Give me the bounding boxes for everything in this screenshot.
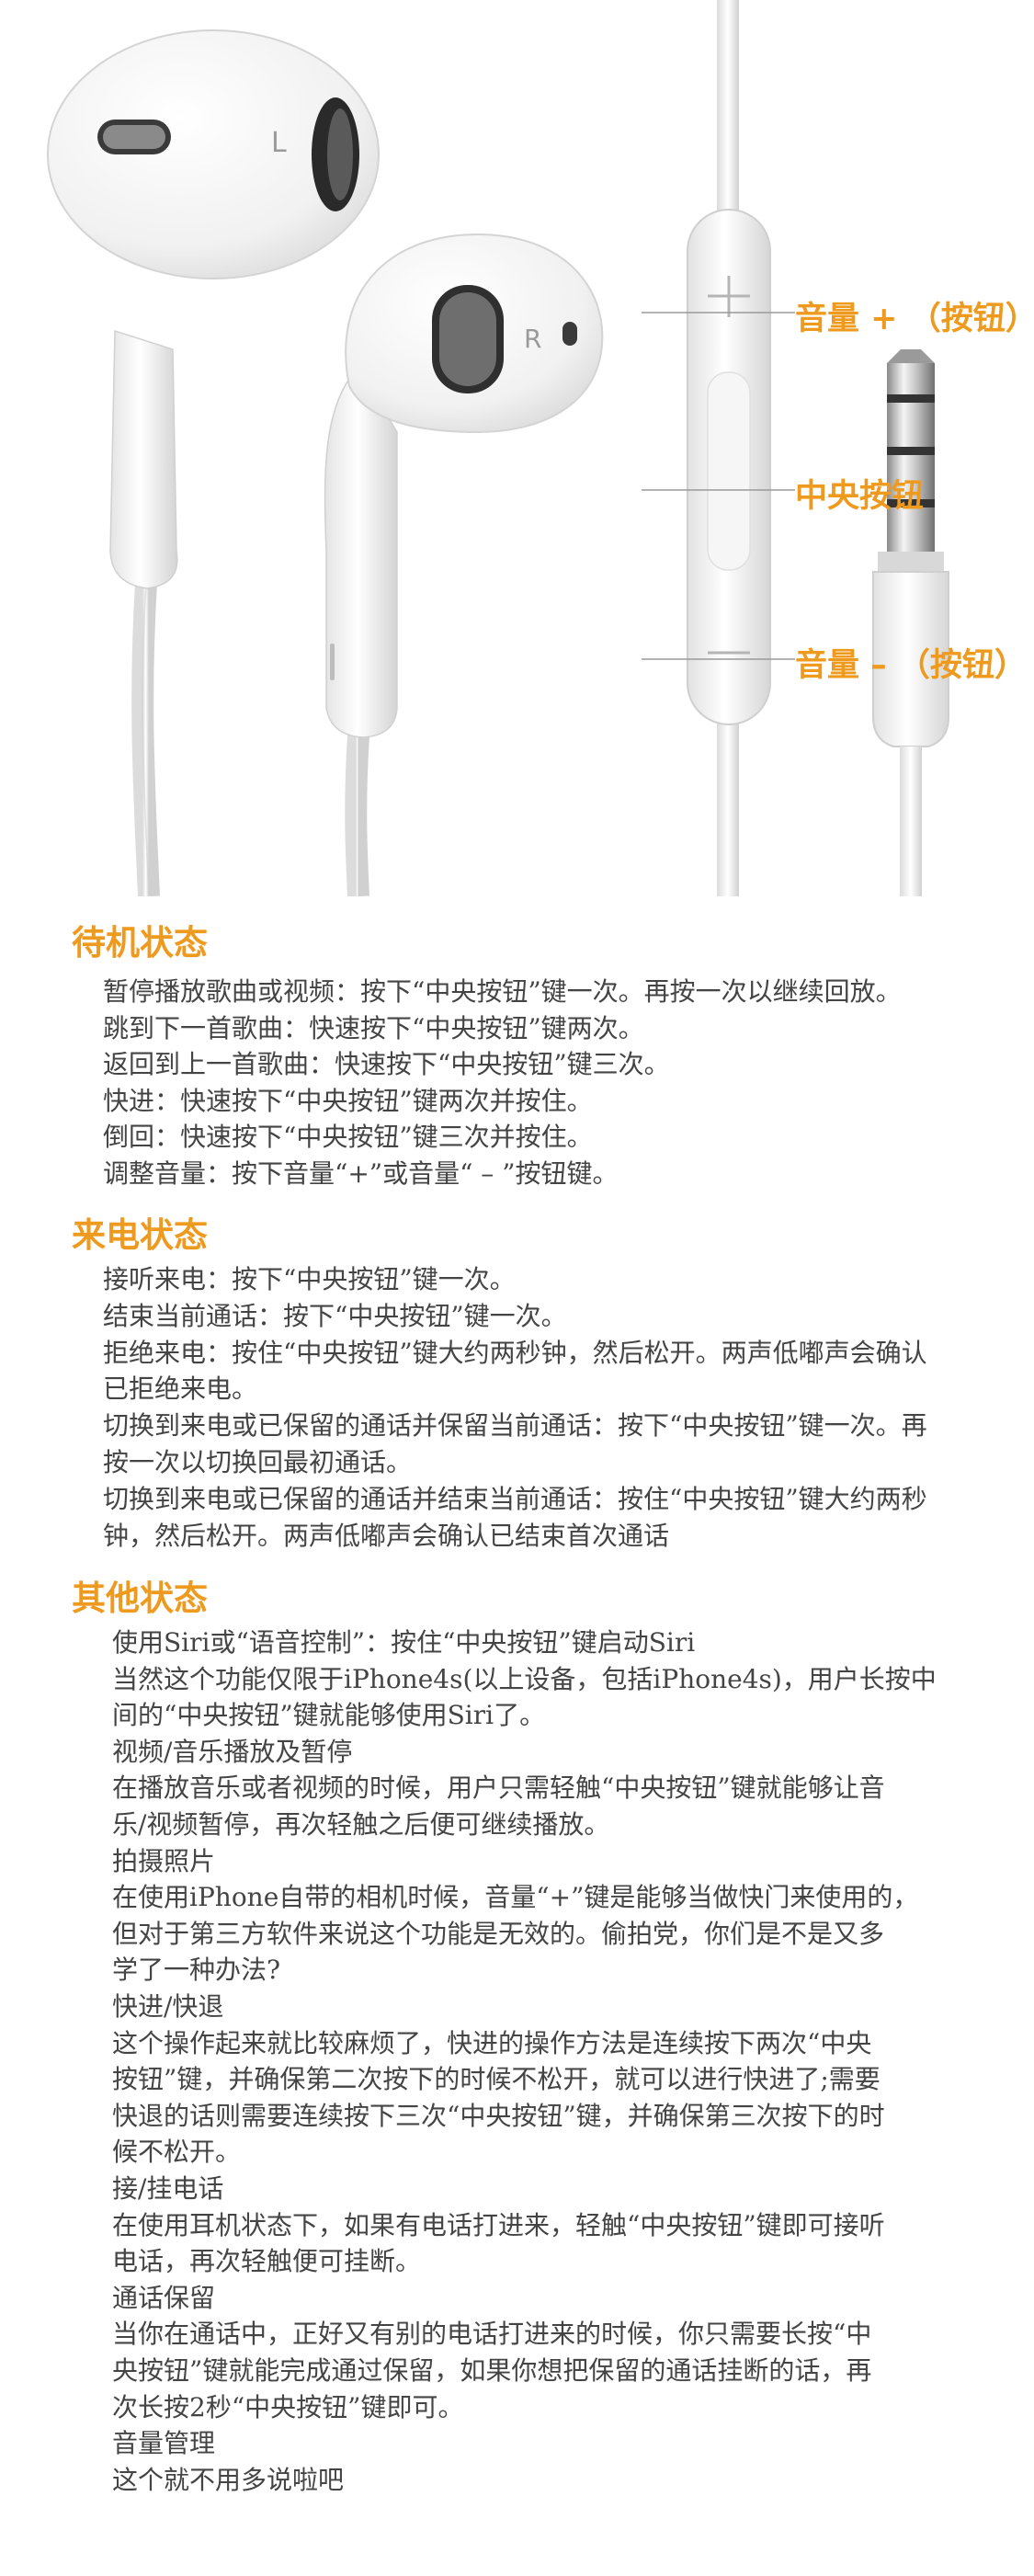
section-line: 快进：快速按下“中央按钮”键两次并按住。 — [103, 1085, 593, 1116]
section-line: 次长按2秒“中央按钮”键即可。 — [112, 2391, 464, 2422]
section-line: 按一次以切换回最初通话。 — [103, 1447, 413, 1477]
section-line: 跳到下一首歌曲：快速按下“中央按钮”键两次。 — [103, 1012, 644, 1043]
section-title: 来电状态 — [72, 1214, 208, 1255]
section-line: 这个操作起来就比较麻烦了，快进的操作方法是连续按下两次“中央 — [112, 2027, 872, 2058]
section-line: 通话保留 — [112, 2282, 216, 2313]
section-line: 这个就不用多说啦吧 — [112, 2464, 345, 2495]
right-mark: R — [524, 324, 541, 354]
section-line: 倒回：快速按下“中央按钮”键三次并按住。 — [103, 1122, 593, 1152]
section-line: 视频/音乐播放及暂停 — [112, 1736, 353, 1767]
section-line: 切换到来电或已保留的通话并保留当前通话：按下“中央按钮”键一次。再 — [103, 1410, 927, 1442]
section-line: 按钮”键，并确保第二次按下的时候不松开，就可以进行快进了;需要 — [112, 2064, 881, 2095]
section-title: 其他状态 — [72, 1578, 208, 1618]
earpods-illustration: L R — [47, 0, 949, 897]
right-earbud: R — [324, 233, 604, 738]
section-line: 电话，再次轻触便可挂断。 — [112, 2246, 422, 2277]
section-line: 接听来电：按下“中央按钮”键一次。 — [103, 1264, 516, 1294]
inline-remote — [687, 209, 771, 725]
callout-center-button: 中央按钮 — [795, 478, 925, 515]
section-line: 使用Siri或“语音控制”：按住“中央按钮”键启动Siri — [112, 1627, 696, 1658]
section-line: 接/挂电话 — [112, 2173, 224, 2204]
section-line: 切换到来电或已保留的通话并结束当前通话：按住“中央按钮”键大约两秒 — [103, 1483, 927, 1514]
section-line: 在播放音乐或者视频的时候，用户只需轻触“中央按钮”键就能够让音 — [112, 1772, 885, 1804]
earpods-figure: L R 音量 + （按钮） 中央按钮 音量 – （按钮） — [0, 0, 1034, 897]
section-line: 但对于第三方软件来说这个功能是无效的。偷拍党，你们是不是又多 — [112, 1918, 885, 1949]
section-line: 当你在通话中，正好又有别的电话打进来的时候，你只需要长按“中 — [112, 2319, 872, 2350]
left-mark: L — [271, 127, 287, 159]
section-line: 拒绝来电：按住“中央按钮”键大约两秒钟，然后松开。两声低嘟声会确认 — [103, 1337, 927, 1368]
section-title: 待机状态 — [72, 922, 208, 963]
audio-jack — [872, 349, 949, 896]
section-line: 暂停播放歌曲或视频：按下“中央按钮”键一次。再按一次以继续回放。 — [103, 976, 902, 1007]
section-line: 乐/视频暂停，再次轻触之后便可继续播放。 — [112, 1809, 610, 1840]
section-line: 候不松开。 — [112, 2137, 242, 2168]
section-line: 在使用iPhone自带的相机时候，音量“+”键是能够当做快门来使用的， — [112, 1882, 919, 1913]
section-line: 音量管理 — [112, 2428, 216, 2459]
right-earbud-cable — [345, 735, 369, 897]
left-earbud-cable — [131, 569, 160, 897]
section-line: 央按钮”键就能完成通过保留，如果你想把保留的通话挂断的话，再 — [112, 2355, 872, 2386]
section-line: 钟，然后松开。两声低嘟声会确认已结束首次通话 — [103, 1520, 670, 1551]
section-line: 当然这个功能仅限于iPhone4s(以上设备，包括iPhone4s)，用户长按中 — [112, 1663, 937, 1694]
section-line: 结束当前通话：按下“中央按钮”键一次。 — [103, 1300, 567, 1331]
section-line: 在使用耳机状态下，如果有电话打进来，轻触“中央按钮”键即可接听 — [112, 2209, 885, 2240]
callout-volume-up: 音量 + （按钮） — [795, 301, 1034, 337]
section-line: 已拒绝来电。 — [103, 1373, 258, 1405]
section-line: 快退的话则需要连续按下三次“中央按钮”键，并确保第三次按下的时 — [112, 2100, 885, 2131]
section-line: 快进/快退 — [112, 1991, 224, 2022]
section-line: 学了一种办法? — [112, 1955, 281, 1986]
section-line: 返回到上一首歌曲：快速按下“中央按钮”键三次。 — [103, 1049, 670, 1079]
section-line: 拍摄照片 — [112, 1845, 216, 1876]
section-line: 调整音量：按下音量“+”或音量“ – ”按钮键。 — [103, 1157, 619, 1189]
section-line: 间的“中央按钮”键就能够使用Siri了。 — [112, 1700, 546, 1731]
callout-volume-down: 音量 – （按钮） — [795, 647, 1027, 684]
